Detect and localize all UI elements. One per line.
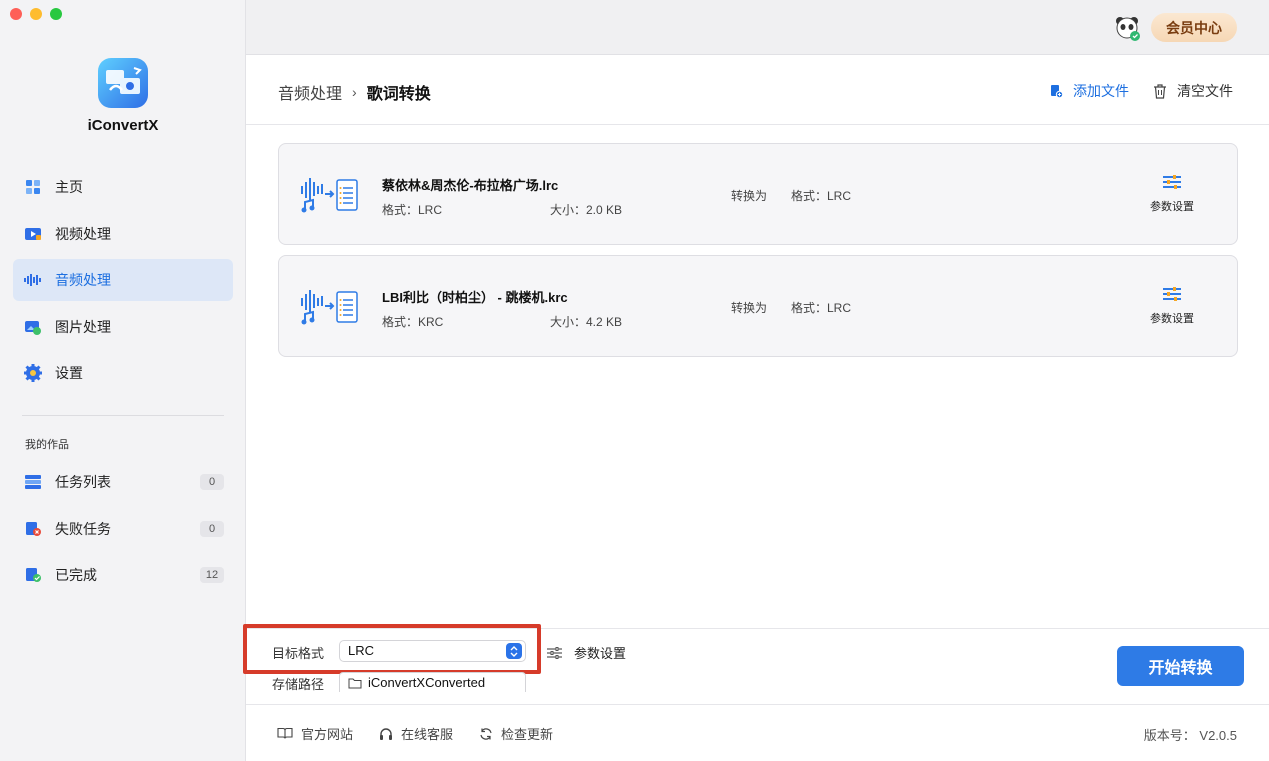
- work-item-label: 失败任务: [55, 520, 111, 537]
- count-badge: 0: [200, 474, 224, 491]
- vip-center-button[interactable]: 会员中心: [1151, 13, 1237, 42]
- file-card[interactable]: 蔡依林&周杰伦-布拉格广场.lrc 格式：LRC 大小：2.0 KB 转换为 格…: [278, 143, 1238, 245]
- sidebar-item-home[interactable]: 主页: [13, 166, 233, 208]
- file-format: 格式：LRC: [382, 203, 443, 217]
- sidebar-item-label: 视频处理: [55, 225, 111, 242]
- video-icon: [23, 224, 43, 244]
- param-settings-label: 参数设置: [1150, 201, 1194, 213]
- completed-icon: [23, 565, 43, 585]
- sidebar-divider: [22, 415, 224, 416]
- topbar: 会员中心: [246, 0, 1269, 55]
- bottom-param-settings-button[interactable]: 参数设置: [547, 643, 626, 662]
- file-name: LBI利比（时柏尘） - 跳楼机.krc: [382, 290, 568, 305]
- clear-files-button[interactable]: 清空文件: [1153, 81, 1233, 101]
- add-file-icon: [1049, 84, 1063, 98]
- sidebar: iConvertX 主页 视频处理 音频处理 图片处理 设置 我的作品 任务列表…: [0, 0, 246, 761]
- sidebar-item-settings[interactable]: 设置: [13, 352, 233, 394]
- task-list-icon: [23, 472, 43, 492]
- output-format[interactable]: 格式：LRC: [791, 187, 851, 204]
- sidebar-item-image[interactable]: 图片处理: [13, 306, 233, 348]
- sidebar-item-label: 主页: [55, 179, 83, 195]
- sidebar-nav: 主页 视频处理 音频处理 图片处理 设置: [13, 166, 233, 399]
- version-label: 版本号： V2.0.5: [1143, 728, 1237, 743]
- folder-icon: [348, 677, 362, 689]
- add-file-button[interactable]: 添加文件: [1049, 81, 1129, 101]
- maximize-window-button[interactable]: [50, 8, 62, 20]
- works-list: 任务列表 0 失败任务 0 已完成 12: [13, 459, 233, 599]
- support-link[interactable]: 在线客服: [379, 724, 453, 743]
- support-label: 在线客服: [401, 727, 454, 742]
- file-format: 格式：KRC: [382, 315, 444, 329]
- highlight-box: [243, 624, 541, 674]
- update-label: 检查更新: [501, 727, 554, 742]
- app-name: iConvertX: [87, 117, 159, 134]
- sliders-icon: [1141, 174, 1203, 190]
- work-item-label: 任务列表: [55, 474, 111, 491]
- breadcrumb-parent[interactable]: 音频处理: [278, 80, 342, 104]
- lyrics-file-icon: [299, 286, 359, 326]
- sidebar-item-label: 图片处理: [55, 318, 111, 335]
- home-icon: [23, 177, 43, 197]
- file-param-settings-button[interactable]: 参数设置: [1141, 286, 1203, 326]
- failed-task-icon: [23, 519, 43, 539]
- param-settings-label: 参数设置: [574, 646, 627, 661]
- storage-path-field[interactable]: iConvertXConverted: [339, 672, 526, 692]
- sliders-icon: [1141, 286, 1203, 302]
- gear-icon: [23, 363, 43, 383]
- file-size: 大小：2.0 KB: [550, 203, 623, 217]
- clear-file-label: 清空文件: [1177, 83, 1233, 99]
- book-icon: [277, 727, 293, 740]
- sidebar-item-failed-tasks[interactable]: 失败任务 0: [13, 506, 233, 553]
- close-window-button[interactable]: [10, 8, 22, 20]
- sidebar-item-completed[interactable]: 已完成 12: [13, 552, 233, 599]
- convert-to-label: 转换为: [731, 189, 768, 203]
- window-controls: [10, 8, 62, 20]
- add-file-label: 添加文件: [1073, 83, 1129, 99]
- count-badge: 0: [200, 520, 224, 537]
- section-label: 我的作品: [25, 439, 69, 451]
- output-format[interactable]: 格式：LRC: [791, 299, 851, 316]
- lyrics-file-icon: [299, 174, 359, 214]
- website-link[interactable]: 官方网站: [277, 724, 353, 743]
- file-size: 大小：4.2 KB: [550, 315, 623, 329]
- sliders-icon: [547, 646, 562, 659]
- audio-icon: [23, 270, 43, 290]
- sidebar-item-task-list[interactable]: 任务列表 0: [13, 459, 233, 506]
- footer-divider: [246, 704, 1269, 705]
- breadcrumb-separator: ›: [352, 84, 357, 100]
- website-label: 官方网站: [301, 727, 354, 742]
- check-update-link[interactable]: 检查更新: [479, 724, 553, 743]
- start-convert-button[interactable]: 开始转换: [1117, 646, 1244, 686]
- sidebar-item-video[interactable]: 视频处理: [13, 213, 233, 255]
- footer-links: 官方网站 在线客服 检查更新: [277, 724, 579, 743]
- breadcrumb-current: 歌词转换: [366, 86, 431, 103]
- sidebar-item-label: 设置: [55, 365, 83, 381]
- trash-icon: [1153, 83, 1167, 99]
- panda-avatar-icon[interactable]: [1113, 14, 1141, 42]
- storage-path-label: 存储路径: [272, 677, 325, 692]
- refresh-icon: [479, 727, 493, 741]
- image-icon: [23, 317, 43, 337]
- header-divider: [246, 124, 1269, 125]
- file-card[interactable]: LBI利比（时柏尘） - 跳楼机.krc 格式：KRC 大小：4.2 KB 转换…: [278, 255, 1238, 357]
- file-name: 蔡依林&周杰伦-布拉格广场.lrc: [382, 178, 559, 193]
- sidebar-item-label: 音频处理: [55, 272, 111, 288]
- minimize-window-button[interactable]: [30, 8, 42, 20]
- count-badge: 12: [200, 567, 224, 584]
- sidebar-item-audio[interactable]: 音频处理: [13, 259, 233, 301]
- convert-to-label: 转换为: [731, 301, 768, 315]
- storage-path-value: iConvertXConverted: [368, 675, 486, 690]
- breadcrumb: 音频处理 › 歌词转换: [278, 80, 431, 104]
- file-param-settings-button[interactable]: 参数设置: [1141, 174, 1203, 214]
- headset-icon: [379, 727, 393, 741]
- work-item-label: 已完成: [55, 567, 97, 584]
- app-logo-icon: [96, 56, 150, 110]
- app-window: iConvertX 主页 视频处理 音频处理 图片处理 设置 我的作品 任务列表…: [0, 0, 1269, 761]
- param-settings-label: 参数设置: [1150, 313, 1194, 325]
